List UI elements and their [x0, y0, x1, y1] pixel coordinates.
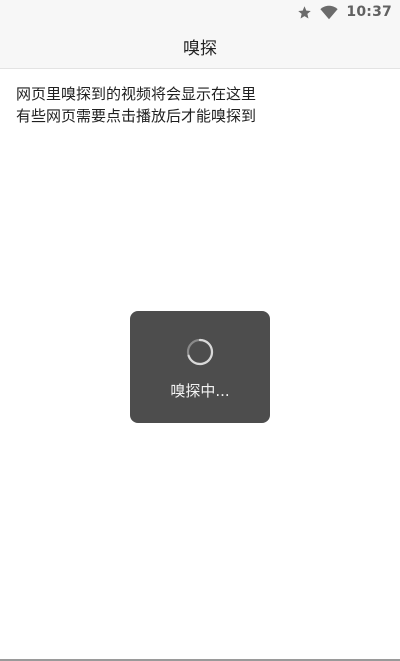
page-title: 嗅探: [183, 38, 217, 59]
screen: 10:37 嗅探 网页里嗅探到的视频将会显示在这里 有些网页需要点击播放后才能嗅…: [0, 0, 400, 661]
loading-spinner-icon: [186, 338, 214, 366]
title-bar: 嗅探: [0, 24, 400, 69]
hint-text-block: 网页里嗅探到的视频将会显示在这里 有些网页需要点击播放后才能嗅探到: [16, 83, 386, 127]
hint-line-2: 有些网页需要点击播放后才能嗅探到: [16, 107, 257, 125]
status-bar: 10:37: [0, 0, 400, 24]
wifi-icon: [320, 5, 339, 20]
loading-text: 嗅探中...: [170, 382, 230, 400]
status-icons: 10:37: [297, 3, 392, 21]
status-time: 10:37: [346, 4, 392, 20]
hint-line-1: 网页里嗅探到的视频将会显示在这里: [16, 85, 257, 103]
loading-dialog: 嗅探中...: [130, 311, 270, 423]
star-icon: [297, 5, 312, 20]
